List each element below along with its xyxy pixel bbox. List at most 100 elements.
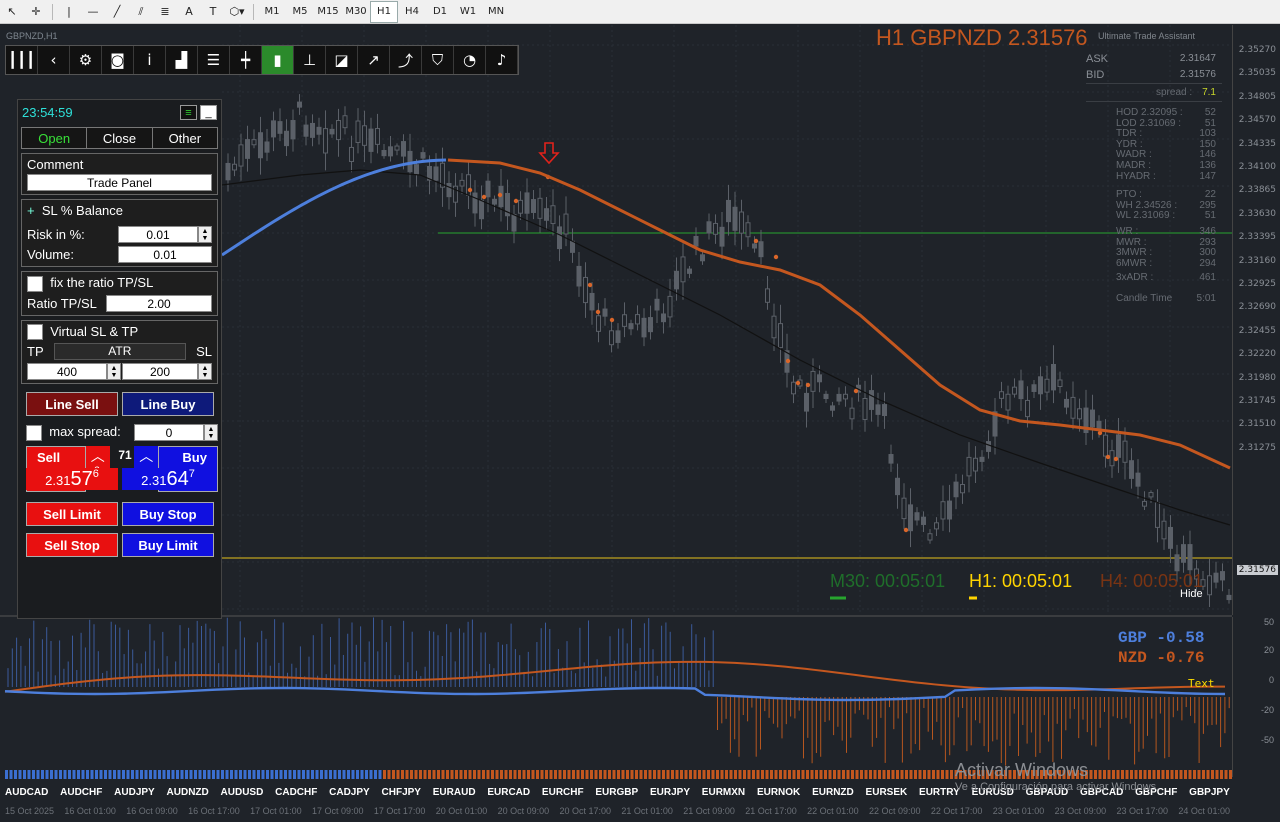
pair-cadchf[interactable]: CADCHF	[275, 787, 317, 805]
pair-eurtry[interactable]: EURTRY	[919, 787, 960, 805]
atr-mode-button[interactable]: ATR	[53, 343, 186, 361]
crosshair-icon[interactable]: ✛	[24, 1, 48, 23]
timeframe-m15[interactable]: M15	[314, 1, 342, 23]
expand-icon[interactable]: +	[27, 203, 35, 218]
sell-limit-button[interactable]: Sell Limit	[26, 502, 118, 527]
hide-button[interactable]: Hide	[1180, 588, 1203, 600]
timeframe-mn[interactable]: MN	[482, 1, 510, 23]
minimize-icon[interactable]: _	[200, 105, 217, 120]
pie-chart-icon[interactable]: ◔	[454, 46, 486, 74]
pair-eurmxn[interactable]: EURMXN	[702, 787, 745, 805]
risk-input[interactable]: 0.01	[118, 226, 198, 243]
gbp-strength-value: GBP -0.58	[1118, 629, 1205, 647]
tab-open[interactable]: Open	[22, 128, 88, 148]
chart-area[interactable]: GBPNZD,H1 H1 GBPNZD 2.31576 2.35270 2.350…	[0, 25, 1280, 822]
pair-chfjpy[interactable]: CHFJPY	[382, 787, 421, 805]
news-icon[interactable]: ◪	[326, 46, 358, 74]
pair-audchf[interactable]: AUDCHF	[60, 787, 102, 805]
horizontal-line-icon[interactable]: —	[81, 1, 105, 23]
ratio-box: fix the ratio TP/SL Ratio TP/SL 2.00	[21, 271, 218, 316]
max-spread-stepper-icon[interactable]: ▲ ▼	[204, 424, 218, 442]
timeframe-m5[interactable]: M5	[286, 1, 314, 23]
timeframe-h1[interactable]: H1	[370, 0, 398, 23]
price-axis[interactable]: 2.35270 2.35035 2.34805 2.34570 2.34335 2.341…	[1232, 25, 1280, 615]
sl-input[interactable]: 200	[122, 363, 198, 381]
tab-other[interactable]: Other	[152, 128, 217, 148]
pair-cadjpy[interactable]: CADJPY	[329, 787, 370, 805]
info-icon[interactable]: i	[134, 46, 166, 74]
line-chart-icon[interactable]: ⤴	[390, 46, 422, 74]
ratio-input[interactable]: 2.00	[106, 294, 212, 312]
pair-eurcad[interactable]: EURCAD	[487, 787, 530, 805]
sl-mode-label[interactable]: SL % Balance	[42, 203, 123, 218]
bar-chart-icon[interactable]: ▟	[166, 46, 198, 74]
pair-eurnzd[interactable]: EURNZD	[812, 787, 854, 805]
pair-audjpy[interactable]: AUDJPY	[114, 787, 155, 805]
max-spread-checkbox[interactable]	[26, 424, 42, 441]
volume-input[interactable]: 0.01	[118, 246, 212, 263]
range-icon[interactable]: ⊥	[294, 46, 326, 74]
h1-timer: H1: 00:05:01	[969, 571, 1073, 591]
equidistant-channel-icon[interactable]: ⫽	[129, 1, 153, 23]
price-tick: 2.33630	[1238, 208, 1276, 219]
comment-label: Comment	[27, 157, 84, 172]
fibonacci-icon[interactable]: ≣	[153, 1, 177, 23]
tp-stepper-icon[interactable]: ▲ ▼	[107, 363, 121, 381]
grip-icon[interactable]: ┃┃┃	[6, 46, 38, 74]
sell-stop-button[interactable]: Sell Stop	[26, 533, 118, 558]
pair-eurjpy[interactable]: EURJPY	[650, 787, 690, 805]
sell-price-display[interactable]: 2.31576	[26, 468, 118, 491]
chevron-left-icon[interactable]: ‹	[38, 46, 70, 74]
sessions-icon[interactable]: ▮	[262, 46, 294, 74]
pair-audusd[interactable]: AUDUSD	[221, 787, 264, 805]
risk-stepper-icon[interactable]: ▲ ▼	[198, 226, 212, 243]
buy-price-display[interactable]: 2.31647	[122, 468, 214, 491]
comment-input[interactable]: Trade Panel	[27, 174, 212, 191]
timeframe-w1[interactable]: W1	[454, 1, 482, 23]
buy-stop-button[interactable]: Buy Stop	[122, 502, 214, 527]
menu-icon[interactable]: ≡	[180, 105, 197, 120]
gear-icon[interactable]: ⚙	[70, 46, 102, 74]
pair-gbpjpy[interactable]: GBPJPY	[1189, 787, 1230, 805]
pair-euraud[interactable]: EURAUD	[433, 787, 476, 805]
buy-limit-button[interactable]: Buy Limit	[122, 533, 214, 558]
virtual-checkbox[interactable]	[27, 324, 43, 341]
pair-eurgbp[interactable]: EURGBP	[595, 787, 638, 805]
sl-stepper-icon[interactable]: ▲ ▼	[198, 363, 212, 381]
tab-close[interactable]: Close	[87, 128, 153, 148]
line-sell-button[interactable]: Line Sell	[26, 392, 118, 417]
list-icon[interactable]: ☰	[198, 46, 230, 74]
pair-eurchf[interactable]: EURCHF	[542, 787, 584, 805]
price-tick: 2.34570	[1238, 115, 1276, 126]
camera-icon[interactable]: ◙	[102, 46, 134, 74]
timeframe-m1[interactable]: M1	[258, 1, 286, 23]
text-label-icon[interactable]: T	[201, 1, 225, 23]
bell-icon[interactable]: ♪	[486, 46, 518, 74]
pair-audcad[interactable]: AUDCAD	[5, 787, 48, 805]
vertical-line-icon[interactable]: |	[57, 1, 81, 23]
buy-chevron-icon[interactable]: ︿	[134, 446, 158, 469]
pair-eursek[interactable]: EURSEK	[866, 787, 908, 805]
timeframe-h4[interactable]: H4	[398, 1, 426, 23]
pair-eurnok[interactable]: EURNOK	[757, 787, 800, 805]
max-spread-input[interactable]: 0	[134, 424, 204, 442]
indicator-axis: 50 20 0 -20 -50	[1232, 617, 1280, 777]
shield-icon[interactable]: ⛉	[422, 46, 454, 74]
time-tick: 23 Oct 01:00	[992, 806, 1045, 816]
timeframe-m30[interactable]: M30	[342, 1, 370, 23]
tp-input[interactable]: 400	[27, 363, 107, 381]
trend-up-icon[interactable]: ↗	[358, 46, 390, 74]
text-icon[interactable]: A	[177, 1, 201, 23]
pair-audnzd[interactable]: AUDNZD	[167, 787, 209, 805]
trendline-icon[interactable]: ╱	[105, 1, 129, 23]
timeframe-d1[interactable]: D1	[426, 1, 454, 23]
shapes-icon[interactable]: ⬡▾	[225, 1, 249, 23]
time-tick: 16 Oct 01:00	[64, 806, 116, 816]
candles-icon[interactable]: ┿	[230, 46, 262, 74]
price-tick: 2.31745	[1238, 396, 1276, 406]
fix-ratio-checkbox[interactable]	[27, 275, 43, 292]
ratio-label: Ratio TP/SL	[27, 295, 97, 311]
line-buy-button[interactable]: Line Buy	[122, 392, 214, 417]
price-tick: 2.31510	[1238, 419, 1276, 430]
cursor-icon[interactable]: ↖	[0, 1, 24, 23]
